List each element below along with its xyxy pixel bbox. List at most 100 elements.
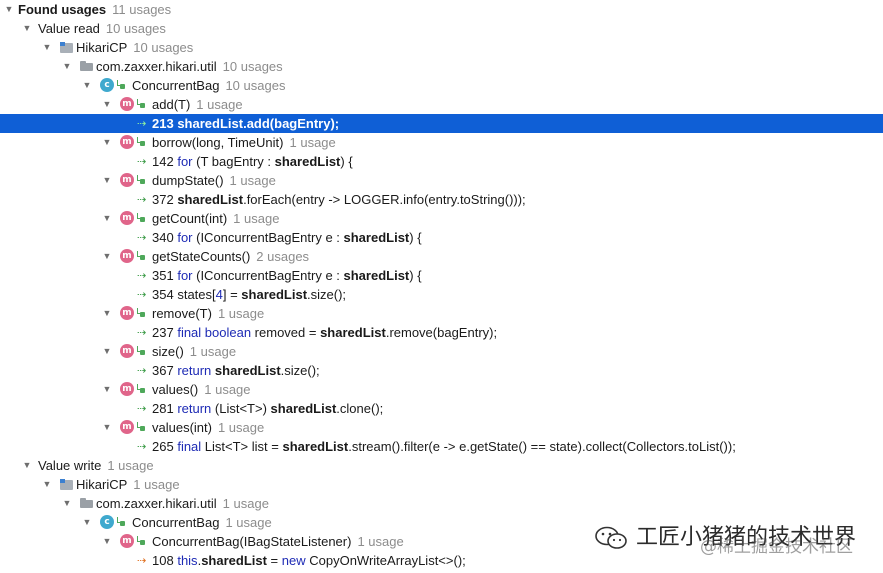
highlighted-identifier: sharedList — [343, 268, 410, 283]
method-node[interactable]: ▼ m getStateCounts() 2 usages — [0, 247, 883, 266]
usage-count: 1 usage — [133, 477, 180, 492]
expand-arrow-icon[interactable]: ▼ — [102, 418, 112, 437]
code-keyword: final boolean — [177, 325, 252, 340]
expand-arrow-icon[interactable]: ▼ — [102, 133, 112, 152]
method-node[interactable]: ▼ m add(T) 1 usage — [0, 95, 883, 114]
usage-row[interactable]: ⇢ 372 sharedList.forEach(entry -> LOGGER.… — [0, 190, 883, 209]
usage-count: 1 usage — [189, 344, 237, 359]
expand-arrow-icon[interactable]: ▼ — [102, 209, 112, 228]
code-text: .forEach(entry -> LOGGER.info(entry.toSt… — [243, 192, 526, 207]
group-node[interactable]: ▼ Value write 1 usage — [0, 456, 883, 475]
usage-row[interactable]: ⇢ 237 final boolean removed = sharedList.… — [0, 323, 883, 342]
expand-arrow-icon[interactable]: ▼ — [102, 380, 112, 399]
expand-arrow-icon[interactable]: ▼ — [22, 456, 32, 475]
code-keyword: for — [177, 230, 193, 245]
module-icon — [60, 479, 73, 490]
code-text: CopyOnWriteArrayList<>(); — [305, 553, 466, 568]
expand-arrow-icon[interactable]: ▼ — [22, 19, 32, 38]
read-access-icon: ⇢ — [137, 155, 147, 168]
node-text: com.zaxxer.hikari.util 1 usage — [96, 494, 269, 513]
method-node[interactable]: ▼ m borrow(long, TimeUnit) 1 usage — [0, 133, 883, 152]
tree-header[interactable]: ▼ Found usages 11 usages — [0, 0, 883, 19]
usage-count: 10 usages — [225, 78, 286, 93]
code-text: ) { — [340, 154, 353, 169]
expand-arrow-icon[interactable]: ▼ — [82, 76, 92, 95]
visibility-icon — [136, 212, 146, 224]
expand-arrow-icon[interactable]: ▼ — [102, 95, 112, 114]
usage-row[interactable]: ⇢ 281 return (List<T>) sharedList.clone()… — [0, 399, 883, 418]
code-text: removed = — [251, 325, 321, 340]
code-text: .size(); — [280, 363, 320, 378]
code-keyword: this — [177, 553, 198, 568]
expand-arrow-icon[interactable]: ▼ — [42, 38, 52, 57]
module-node[interactable]: ▼ HikariCP 1 usage — [0, 475, 883, 494]
node-label: borrow(long, TimeUnit) — [152, 135, 284, 150]
node-text: ConcurrentBag(IBagStateListener) 1 usage — [152, 532, 404, 551]
group-node[interactable]: ▼ Value read 10 usages — [0, 19, 883, 38]
method-node[interactable]: ▼ m values() 1 usage — [0, 380, 883, 399]
line-number: 372 — [152, 192, 174, 207]
usage-row[interactable]: ⇢ 265 final List<T> list = sharedList.str… — [0, 437, 883, 456]
expand-arrow-icon[interactable]: ▼ — [62, 57, 72, 76]
method-icon: m — [120, 382, 134, 396]
module-icon — [60, 42, 73, 53]
expand-arrow-icon[interactable]: ▼ — [42, 475, 52, 494]
usage-count: 1 usage — [204, 382, 251, 397]
node-label: ConcurrentBag — [132, 515, 220, 530]
class-node[interactable]: ▼ c ConcurrentBag 10 usages — [0, 76, 883, 95]
usage-code: 265 final List<T> list = sharedList.stre… — [152, 437, 736, 456]
usage-code: 372 sharedList.forEach(entry -> LOGGER.i… — [152, 190, 526, 209]
class-icon: c — [100, 78, 114, 92]
highlighted-identifier: sharedList — [282, 439, 349, 454]
code-text: (List<T>) — [211, 401, 271, 416]
node-text: remove(T) 1 usage — [152, 304, 264, 323]
usage-row[interactable]: ⇢ 142 for (T bagEntry : sharedList) { — [0, 152, 883, 171]
code-keyword: for — [177, 154, 193, 169]
method-node[interactable]: ▼ m dumpState() 1 usage — [0, 171, 883, 190]
visibility-icon — [136, 174, 146, 186]
highlighted-identifier: sharedList — [177, 192, 244, 207]
node-label: dumpState() — [152, 173, 224, 188]
usage-code: 142 for (T bagEntry : sharedList) { — [152, 152, 353, 171]
expand-arrow-icon[interactable]: ▼ — [62, 494, 72, 513]
line-number: 340 — [152, 230, 174, 245]
visibility-icon — [136, 383, 146, 395]
code-text: (T bagEntry : — [192, 154, 275, 169]
method-node[interactable]: ▼ m values(int) 1 usage — [0, 418, 883, 437]
code-text: states[ — [177, 287, 216, 302]
usage-row[interactable]: ⇢ 351 for (IConcurrentBagEntry e : shared… — [0, 266, 883, 285]
line-number: 213 — [152, 116, 174, 131]
usage-row[interactable]: ⇢ 354 states[4] = sharedList.size(); — [0, 285, 883, 304]
highlighted-identifier: sharedList — [214, 363, 281, 378]
expand-arrow-icon[interactable]: ▼ — [4, 0, 14, 19]
expand-arrow-icon[interactable]: ▼ — [102, 247, 112, 266]
usage-count: 10 usages — [222, 59, 283, 74]
method-node[interactable]: ▼ m size() 1 usage — [0, 342, 883, 361]
code-keyword: for — [177, 268, 193, 283]
visibility-icon — [116, 79, 126, 91]
code-text: .remove(bagEntry); — [385, 325, 498, 340]
usage-row[interactable]: ⇢ 213 sharedList.add(bagEntry); — [0, 114, 883, 133]
visibility-icon — [116, 516, 126, 528]
node-label: add(T) — [152, 97, 191, 112]
expand-arrow-icon[interactable]: ▼ — [82, 513, 92, 532]
wechat-icon — [595, 526, 627, 549]
expand-arrow-icon[interactable]: ▼ — [102, 171, 112, 190]
method-node[interactable]: ▼ m getCount(int) 1 usage — [0, 209, 883, 228]
expand-arrow-icon[interactable]: ▼ — [102, 304, 112, 323]
usage-code: 213 sharedList.add(bagEntry); — [152, 114, 339, 133]
usage-count: 1 usage — [289, 135, 336, 150]
expand-arrow-icon[interactable]: ▼ — [102, 342, 112, 361]
node-label: HikariCP — [76, 477, 128, 492]
package-node[interactable]: ▼ com.zaxxer.hikari.util 1 usage — [0, 494, 883, 513]
module-node[interactable]: ▼ HikariCP 10 usages — [0, 38, 883, 57]
usage-row[interactable]: ⇢ 367 return sharedList.size(); — [0, 361, 883, 380]
package-node[interactable]: ▼ com.zaxxer.hikari.util 10 usages — [0, 57, 883, 76]
usage-row[interactable]: ⇢ 340 for (IConcurrentBagEntry e : shared… — [0, 228, 883, 247]
node-label: Value read — [38, 21, 100, 36]
expand-arrow-icon[interactable]: ▼ — [102, 532, 112, 551]
code-text: .stream().filter(e -> e.getState() == st… — [348, 439, 736, 454]
highlighted-identifier: sharedList — [343, 230, 410, 245]
code-keyword: return — [177, 363, 212, 378]
method-node[interactable]: ▼ m remove(T) 1 usage — [0, 304, 883, 323]
